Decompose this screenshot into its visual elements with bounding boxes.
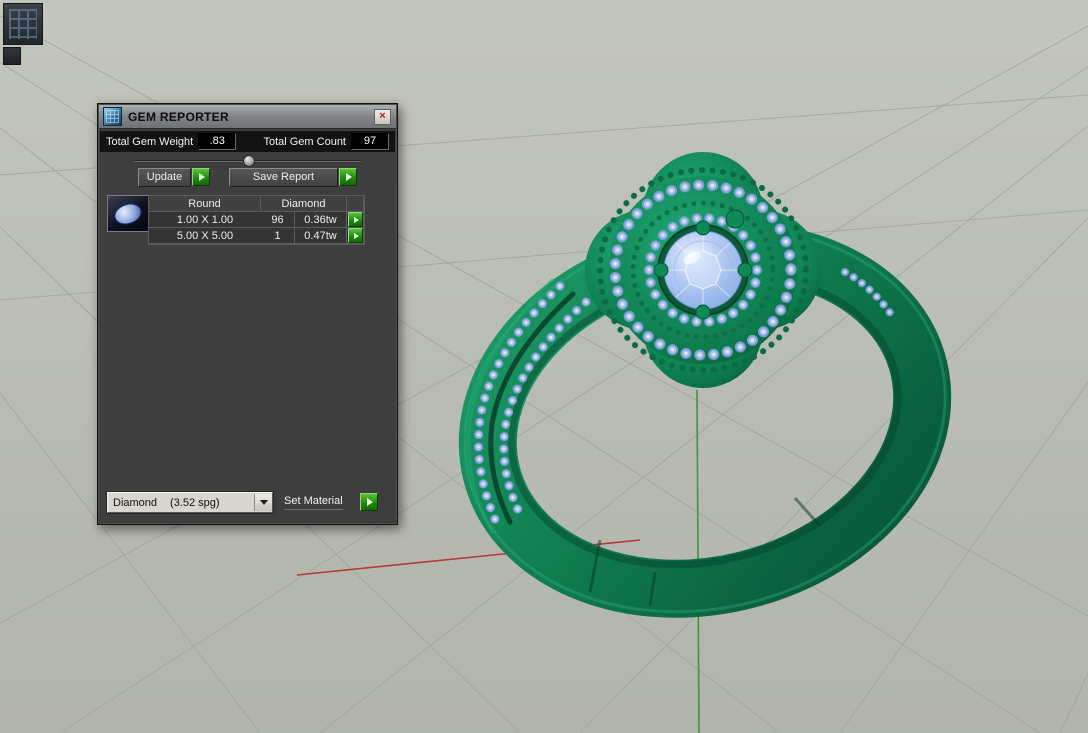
gem-reporter-window: GEM REPORTER × Total Gem Weight .83 Tota…	[97, 103, 398, 525]
gem-thumbnail	[107, 195, 149, 232]
window-title: GEM REPORTER	[128, 109, 229, 124]
update-run-button[interactable]	[192, 168, 210, 186]
gem-row-size[interactable]: 1.00 X 1.00	[149, 212, 261, 228]
center-gem	[663, 230, 743, 310]
gem-reporter-icon	[103, 107, 122, 126]
material-dropdown[interactable]: Diamond (3.52 spg)	[106, 491, 274, 514]
gem-row-size[interactable]: 5.00 X 5.00	[149, 228, 261, 244]
gem-row-count: 96	[261, 212, 295, 228]
total-gem-weight-value: .83	[198, 133, 237, 150]
gem-table: Round Diamond 1.00 X 1.00 96 0.36tw 5.00…	[148, 195, 365, 245]
set-material-label[interactable]: Set Material	[284, 495, 343, 510]
gem-row-action-cell	[347, 212, 364, 228]
app-icon[interactable]	[3, 3, 43, 45]
total-gem-weight-label: Total Gem Weight	[106, 135, 194, 148]
play-icon	[346, 173, 352, 181]
summary-strip: Total Gem Weight .83 Total Gem Count 97	[100, 131, 395, 152]
gem-table-header-spacer	[347, 196, 364, 212]
title-bar[interactable]: GEM REPORTER ×	[99, 105, 396, 129]
play-icon	[353, 216, 359, 223]
divider-slider-handle[interactable]	[242, 155, 255, 167]
gem-row-apply-button[interactable]	[347, 228, 363, 243]
play-icon	[199, 173, 205, 181]
material-dropdown-detail: (3.52 spg)	[170, 496, 220, 509]
total-gem-count-label: Total Gem Count	[263, 135, 346, 148]
play-icon	[367, 498, 373, 506]
gem-row-apply-button[interactable]	[347, 212, 363, 227]
chevron-down-icon	[259, 500, 268, 505]
gem-row-weight: 0.36tw	[295, 212, 347, 228]
material-dropdown-value: Diamond	[113, 496, 158, 509]
gem-row-weight: 0.47tw	[295, 228, 347, 244]
app-icon-small	[3, 47, 21, 65]
play-icon	[353, 232, 359, 239]
gem-row-action-cell	[347, 228, 364, 244]
set-material-run-button[interactable]	[360, 493, 378, 511]
dropdown-button[interactable]	[254, 494, 272, 511]
gem-table-header-material: Diamond	[261, 196, 347, 212]
update-button[interactable]: Update	[138, 168, 191, 187]
gem-table-header-shape: Round	[149, 196, 261, 212]
save-report-button[interactable]: Save Report	[229, 168, 338, 187]
total-gem-count-value: 97	[351, 133, 389, 150]
save-report-run-button[interactable]	[339, 168, 357, 186]
gem-row-count: 1	[261, 228, 295, 244]
gem-halo	[585, 152, 821, 388]
close-button[interactable]: ×	[374, 108, 391, 125]
gem-preview-icon	[111, 200, 145, 228]
